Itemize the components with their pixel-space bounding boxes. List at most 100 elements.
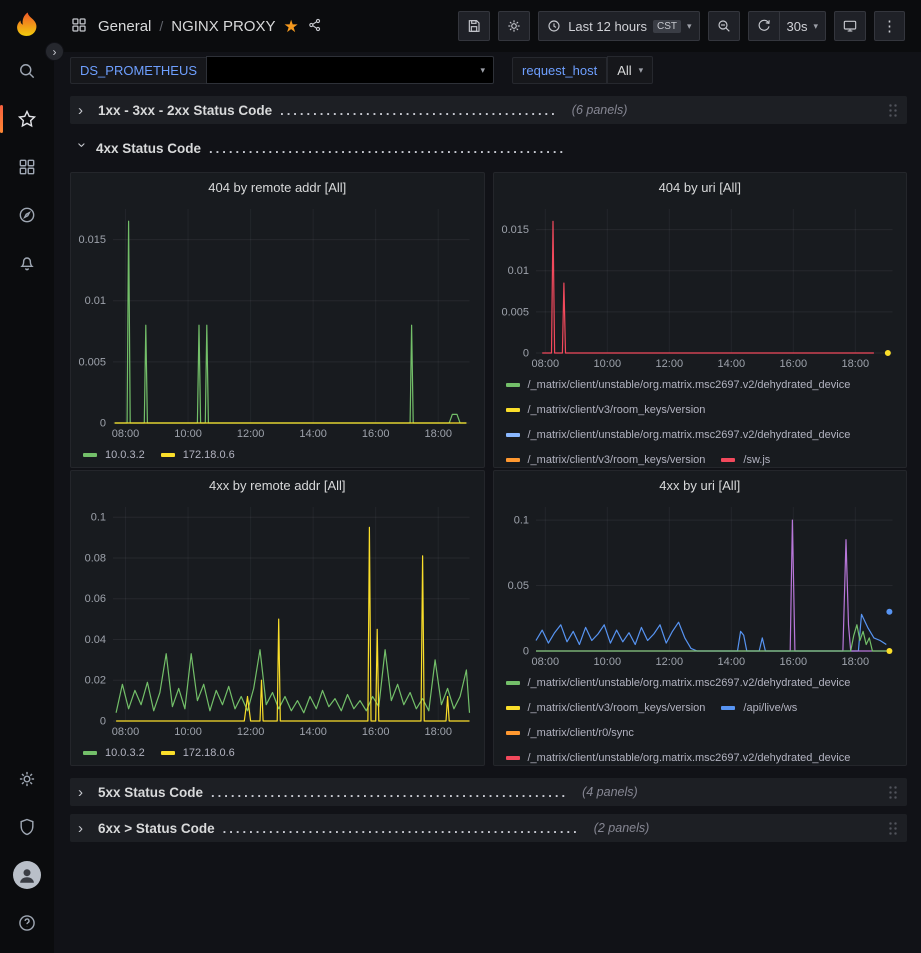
- svg-text:0.005: 0.005: [78, 356, 106, 368]
- row-1xx-3xx-2xx[interactable]: › 1xx - 3xx - 2xx Status Code ..........…: [70, 96, 907, 124]
- legend-item[interactable]: /_matrix/client/r0/sync: [506, 723, 634, 742]
- panel-legend: /_matrix/client/unstable/org.matrix.msc2…: [494, 669, 907, 765]
- svg-text:10:00: 10:00: [593, 358, 621, 370]
- legend-item[interactable]: 172.18.0.6: [161, 445, 235, 464]
- time-series-chart[interactable]: 08:0010:0012:0014:0016:0018:0000.050.1: [494, 499, 907, 669]
- topbar: General / NGINX PROXY ★ Last 12 hours CS…: [54, 0, 921, 52]
- svg-text:14:00: 14:00: [717, 358, 745, 370]
- help-icon[interactable]: [0, 899, 54, 947]
- share-icon[interactable]: [307, 17, 323, 36]
- favorite-star-icon[interactable]: ★: [283, 18, 298, 35]
- row-title: 5xx Status Code: [98, 785, 203, 800]
- chevron-down-icon: ▾: [639, 65, 644, 76]
- dashboard-settings-button[interactable]: [498, 11, 530, 41]
- sidebar-bottom: [0, 755, 54, 953]
- explore-compass-icon[interactable]: [0, 191, 54, 239]
- datasource-variable-label[interactable]: DS_PROMETHEUS: [70, 57, 206, 84]
- chevron-right-icon: ›: [78, 784, 90, 801]
- svg-text:18:00: 18:00: [841, 358, 869, 370]
- svg-text:10:00: 10:00: [174, 428, 202, 440]
- alerting-bell-icon[interactable]: [0, 239, 54, 287]
- refresh-interval-label: 30s: [787, 19, 808, 34]
- panel-legend: 10.0.3.2 172.18.0.6: [71, 739, 484, 765]
- legend-item[interactable]: /api/live/ws: [721, 698, 797, 717]
- apps-grid-icon[interactable]: [70, 16, 88, 37]
- sidebar-collapse-button[interactable]: ›: [45, 42, 64, 61]
- svg-text:14:00: 14:00: [717, 656, 745, 668]
- save-dashboard-button[interactable]: [458, 11, 490, 41]
- dashboards-icon[interactable]: [0, 143, 54, 191]
- legend-swatch: [506, 681, 520, 685]
- legend-item[interactable]: /_matrix/client/v3/room_keys/version: [506, 400, 706, 419]
- legend-item[interactable]: /sw.js: [721, 450, 770, 467]
- legend-item[interactable]: 10.0.3.2: [83, 445, 145, 464]
- time-range-picker[interactable]: Last 12 hours CST ▾: [538, 11, 699, 41]
- row-4xx[interactable]: › 4xx Status Code ......................…: [70, 134, 907, 162]
- svg-text:0.1: 0.1: [91, 512, 106, 524]
- svg-text:0.015: 0.015: [78, 234, 106, 246]
- request-host-value: All: [617, 63, 631, 78]
- legend-item[interactable]: /_matrix/client/unstable/org.matrix.msc2…: [506, 673, 851, 692]
- row-drag-handle[interactable]: [888, 821, 899, 836]
- chevron-down-icon: ›: [74, 142, 91, 154]
- legend-item[interactable]: /_matrix/client/unstable/org.matrix.msc2…: [506, 375, 851, 394]
- kebab-menu-icon[interactable]: ⋮: [874, 11, 905, 41]
- page-title[interactable]: NGINX PROXY: [171, 18, 275, 35]
- legend-swatch: [506, 383, 520, 387]
- legend-label: 172.18.0.6: [183, 747, 235, 759]
- legend-item[interactable]: 172.18.0.6: [161, 743, 235, 762]
- request-host-select[interactable]: All ▾: [607, 56, 653, 84]
- svg-text:08:00: 08:00: [531, 656, 559, 668]
- svg-text:16:00: 16:00: [362, 428, 390, 440]
- panel-title[interactable]: 404 by remote addr [All]: [71, 173, 484, 201]
- tv-mode-button[interactable]: [834, 11, 866, 41]
- breadcrumb-section[interactable]: General: [98, 18, 151, 35]
- panel-title[interactable]: 4xx by uri [All]: [494, 471, 907, 499]
- sidebar: [0, 0, 54, 953]
- legend-label: 10.0.3.2: [105, 449, 145, 461]
- grafana-logo-icon[interactable]: [10, 0, 44, 47]
- legend-item[interactable]: /_matrix/client/unstable/org.matrix.msc2…: [506, 425, 851, 444]
- settings-gear-icon[interactable]: [0, 755, 54, 803]
- svg-text:12:00: 12:00: [655, 656, 683, 668]
- legend-swatch: [161, 453, 175, 457]
- chevron-right-icon: ›: [78, 820, 90, 837]
- time-series-chart[interactable]: 08:0010:0012:0014:0016:0018:0000.020.040…: [71, 499, 484, 739]
- legend-item[interactable]: /_matrix/client/unstable/org.matrix.msc2…: [506, 748, 851, 765]
- svg-text:0: 0: [522, 348, 528, 360]
- legend-item[interactable]: 10.0.3.2: [83, 743, 145, 762]
- request-host-variable-label[interactable]: request_host: [512, 57, 607, 84]
- starred-dashboards-icon[interactable]: [0, 95, 54, 143]
- breadcrumb-separator: /: [159, 18, 163, 34]
- row-drag-handle[interactable]: [888, 103, 899, 118]
- time-series-chart[interactable]: 08:0010:0012:0014:0016:0018:0000.0050.01…: [494, 201, 907, 371]
- admin-shield-icon[interactable]: [0, 803, 54, 851]
- row-6xx[interactable]: › 6xx > Status Code ....................…: [70, 814, 907, 842]
- svg-text:0.06: 0.06: [85, 593, 106, 605]
- svg-text:16:00: 16:00: [362, 726, 390, 738]
- svg-text:16:00: 16:00: [779, 656, 807, 668]
- datasource-select[interactable]: ▾: [206, 56, 494, 84]
- panel-title[interactable]: 4xx by remote addr [All]: [71, 471, 484, 499]
- svg-text:0.015: 0.015: [501, 224, 529, 236]
- legend-label: /_matrix/client/r0/sync: [528, 727, 634, 739]
- panel-grid-row-1: 404 by remote addr [All] 08:0010:0012:00…: [70, 172, 907, 468]
- panel-legend: /_matrix/client/unstable/org.matrix.msc2…: [494, 371, 907, 467]
- refresh-interval-picker[interactable]: 30s ▾: [780, 11, 827, 41]
- svg-text:0.005: 0.005: [501, 306, 529, 318]
- user-avatar[interactable]: [0, 851, 54, 899]
- zoom-out-button[interactable]: [708, 11, 740, 41]
- panel-title[interactable]: 404 by uri [All]: [494, 173, 907, 201]
- panel-4xx-by-uri: 4xx by uri [All] 08:00 10:00 12:00 14:00 16:…: [493, 470, 908, 766]
- svg-text:0: 0: [100, 418, 106, 430]
- legend-item[interactable]: /_matrix/client/v3/room_keys/version: [506, 698, 706, 717]
- svg-text:10:00: 10:00: [593, 656, 621, 668]
- refresh-button[interactable]: [748, 11, 780, 41]
- legend-item[interactable]: /_matrix/client/v3/room_keys/version: [506, 450, 706, 467]
- row-drag-handle[interactable]: [888, 785, 899, 800]
- time-series-chart[interactable]: 08:0010:0012:0014:0016:0018:0000.0050.01…: [71, 201, 484, 441]
- row-5xx[interactable]: › 5xx Status Code ......................…: [70, 778, 907, 806]
- variables-bar: DS_PROMETHEUS ▾ request_host All ▾: [54, 52, 921, 88]
- chevron-down-icon: ▾: [481, 65, 486, 76]
- legend-label: /sw.js: [743, 454, 770, 466]
